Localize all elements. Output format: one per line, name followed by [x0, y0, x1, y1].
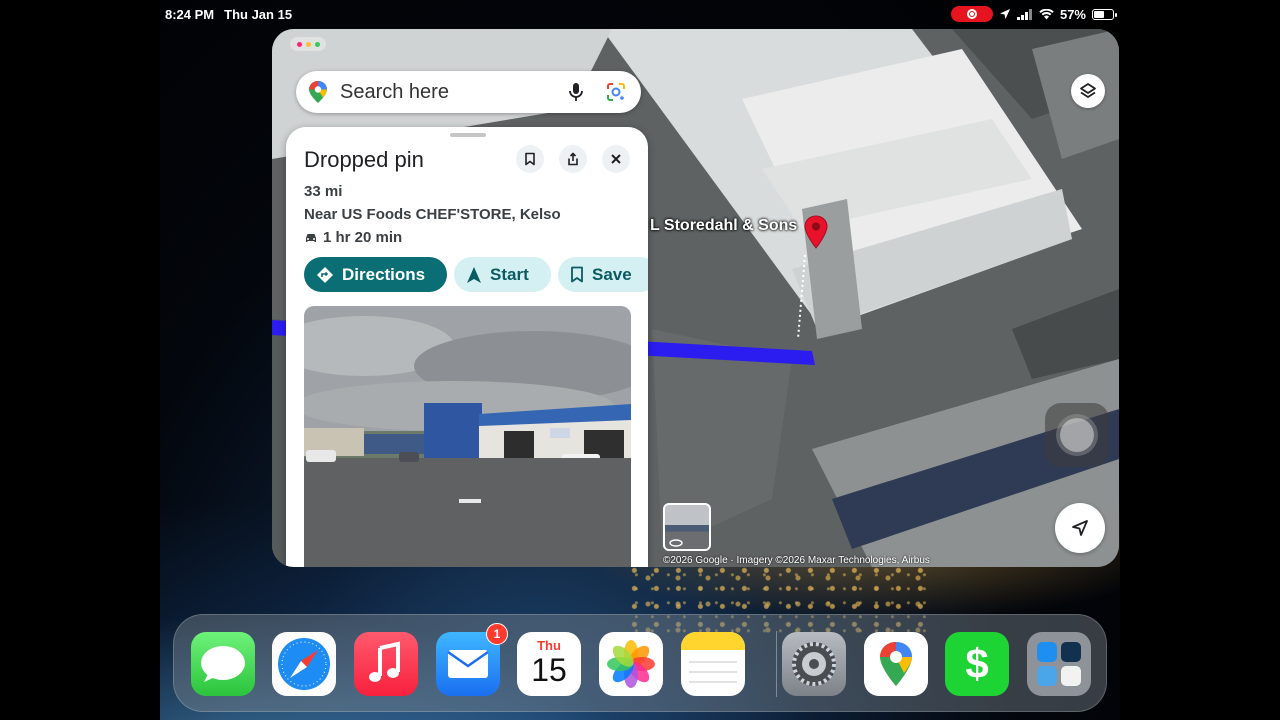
google-maps-app[interactable] [864, 632, 928, 696]
start-label: Start [490, 264, 529, 284]
battery-icon [1092, 8, 1117, 20]
status-bar-right: 57% [950, 6, 1117, 22]
settings-icon [792, 642, 836, 686]
mail-badge: 1 [486, 623, 508, 645]
status-time: 8:24 PM [165, 7, 215, 22]
map-place-label[interactable]: L Storedahl & Sons [650, 217, 797, 235]
screen-recording-icon[interactable] [950, 6, 993, 22]
cash-app-icon: $ [965, 640, 989, 687]
dock-separator [776, 631, 777, 697]
navigation-arrow-icon [1072, 520, 1088, 536]
map-copyright: ©2026 Google · Imagery ©2026 Maxar Techn… [663, 555, 930, 566]
calendar-day-label: Thu [537, 638, 561, 653]
bookmark-icon [525, 152, 535, 166]
music-icon [369, 641, 400, 682]
safari-icon [278, 638, 330, 690]
assistive-touch-button[interactable] [1045, 403, 1109, 467]
drive-time-row: 1 hr 20 min [304, 229, 402, 246]
bookmark-icon [571, 266, 583, 283]
dock: 1 Thu 15 $ [173, 614, 1107, 712]
calendar-app[interactable]: Thu 15 [517, 632, 581, 696]
my-location-button[interactable] [1055, 503, 1105, 553]
notes-app[interactable] [681, 632, 745, 696]
navigation-icon [467, 266, 481, 283]
settings-app[interactable] [782, 632, 846, 696]
wifi-icon [1039, 8, 1054, 19]
layers-icon [1080, 83, 1096, 98]
photos-app[interactable] [599, 632, 663, 696]
messages-app[interactable] [191, 632, 255, 696]
dropped-pin-icon[interactable] [804, 215, 828, 249]
battery-percent: 57% [1059, 6, 1086, 22]
cash-app[interactable]: $ [945, 632, 1009, 696]
directions-icon [317, 266, 333, 283]
save-label: Save [592, 264, 632, 284]
window-controls[interactable] [290, 37, 326, 51]
share-icon [568, 152, 578, 166]
status-bar-left: 8:24 PM Thu Jan 15 [165, 7, 292, 22]
status-date: Thu Jan 15 [224, 7, 293, 22]
app-library-icon [1037, 642, 1081, 686]
close-button[interactable] [602, 145, 630, 173]
google-maps-pin-icon [309, 81, 327, 103]
drive-time: 1 hr 20 min [323, 229, 403, 246]
photos-icon [607, 640, 655, 688]
google-maps-window[interactable]: Search here L Storedahl & Sons ©2026 Goo… [272, 29, 1119, 567]
place-photo[interactable] [304, 306, 631, 567]
street-view-rotate-icon [669, 539, 683, 547]
microphone-icon[interactable] [565, 81, 587, 103]
safari-app[interactable] [272, 632, 336, 696]
directions-button[interactable]: Directions [304, 257, 447, 292]
music-app[interactable] [354, 632, 418, 696]
google-lens-icon[interactable] [605, 81, 627, 103]
place-near: Near US Foods CHEF'STORE, Kelso [304, 206, 561, 223]
cellular-signal-icon [1016, 8, 1032, 20]
notes-icon [681, 632, 745, 683]
street-view-thumbnail[interactable] [663, 503, 711, 551]
car-icon [306, 233, 316, 242]
share-button[interactable] [559, 145, 587, 173]
search-bar[interactable]: Search here [296, 71, 641, 113]
start-button[interactable]: Start [454, 257, 551, 292]
place-distance: 33 mi [304, 183, 343, 200]
location-arrow-icon [999, 9, 1010, 19]
app-library[interactable] [1027, 632, 1091, 696]
close-icon [611, 154, 621, 164]
place-sheet: Dropped pin 33 mi Near US Foods CHEF'STO… [286, 127, 648, 567]
directions-label: Directions [342, 264, 426, 284]
layers-button[interactable] [1071, 74, 1105, 108]
messages-icon [201, 646, 245, 682]
ipad-screen: 8:24 PM Thu Jan 15 57% Search here L Sto… [160, 0, 1120, 720]
sheet-drag-handle[interactable] [450, 133, 486, 137]
bookmark-button[interactable] [516, 145, 544, 173]
calendar-day-number: 15 [531, 652, 567, 688]
place-title: Dropped pin [304, 147, 424, 172]
search-input[interactable]: Search here [340, 81, 547, 104]
save-button[interactable]: Save [558, 257, 648, 292]
google-maps-icon [880, 642, 912, 686]
